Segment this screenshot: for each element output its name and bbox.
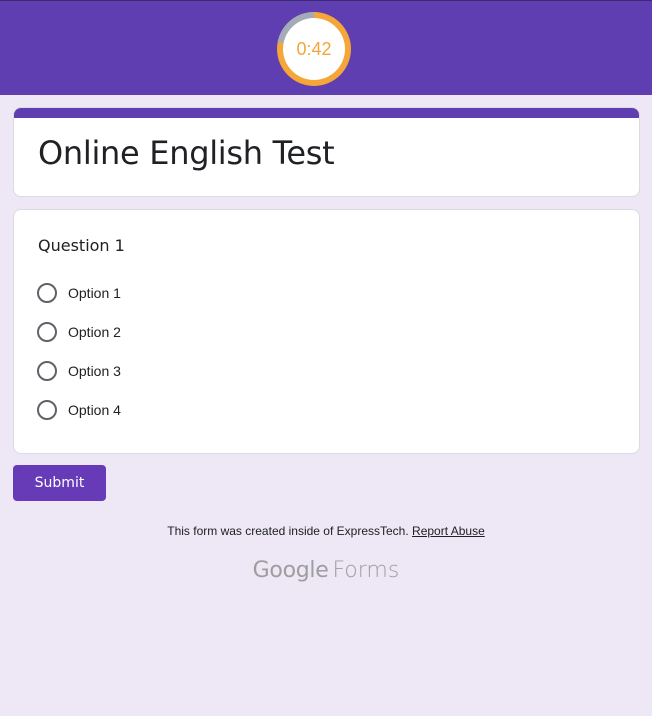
option-label: Option 2 — [68, 324, 121, 340]
radio-option-3[interactable]: Option 3 — [37, 360, 121, 382]
brand-google: Google — [252, 558, 329, 583]
option-label: Option 3 — [68, 363, 121, 379]
title-card-accent — [14, 108, 639, 118]
form-title: Online English Test — [38, 134, 335, 172]
brand-forms: Forms — [332, 558, 400, 583]
radio-option-2[interactable]: Option 2 — [37, 321, 121, 343]
form-title-card: Online English Test — [13, 107, 640, 197]
option-label: Option 4 — [68, 402, 121, 418]
footer-note-text: This form was created inside of ExpressT… — [167, 524, 409, 538]
report-abuse-link[interactable]: Report Abuse — [412, 524, 485, 538]
question-title: Question 1 — [38, 236, 125, 255]
radio-button-icon[interactable] — [37, 283, 57, 303]
question-card: Question 1 Option 1 Option 2 Option 3 Op… — [13, 209, 640, 454]
radio-option-4[interactable]: Option 4 — [37, 399, 121, 421]
radio-button-icon[interactable] — [37, 400, 57, 420]
timer-label: 0:42 — [296, 39, 332, 59]
header-band: 0:42 — [0, 0, 652, 95]
radio-button-icon[interactable] — [37, 322, 57, 342]
submit-button[interactable]: Submit — [13, 465, 106, 501]
radio-button-icon[interactable] — [37, 361, 57, 381]
option-label: Option 1 — [68, 285, 121, 301]
footer-note: This form was created inside of ExpressT… — [0, 524, 652, 538]
radio-option-1[interactable]: Option 1 — [37, 282, 121, 304]
google-forms-logo[interactable]: Google Forms — [0, 558, 652, 583]
countdown-timer: 0:42 — [275, 10, 353, 88]
